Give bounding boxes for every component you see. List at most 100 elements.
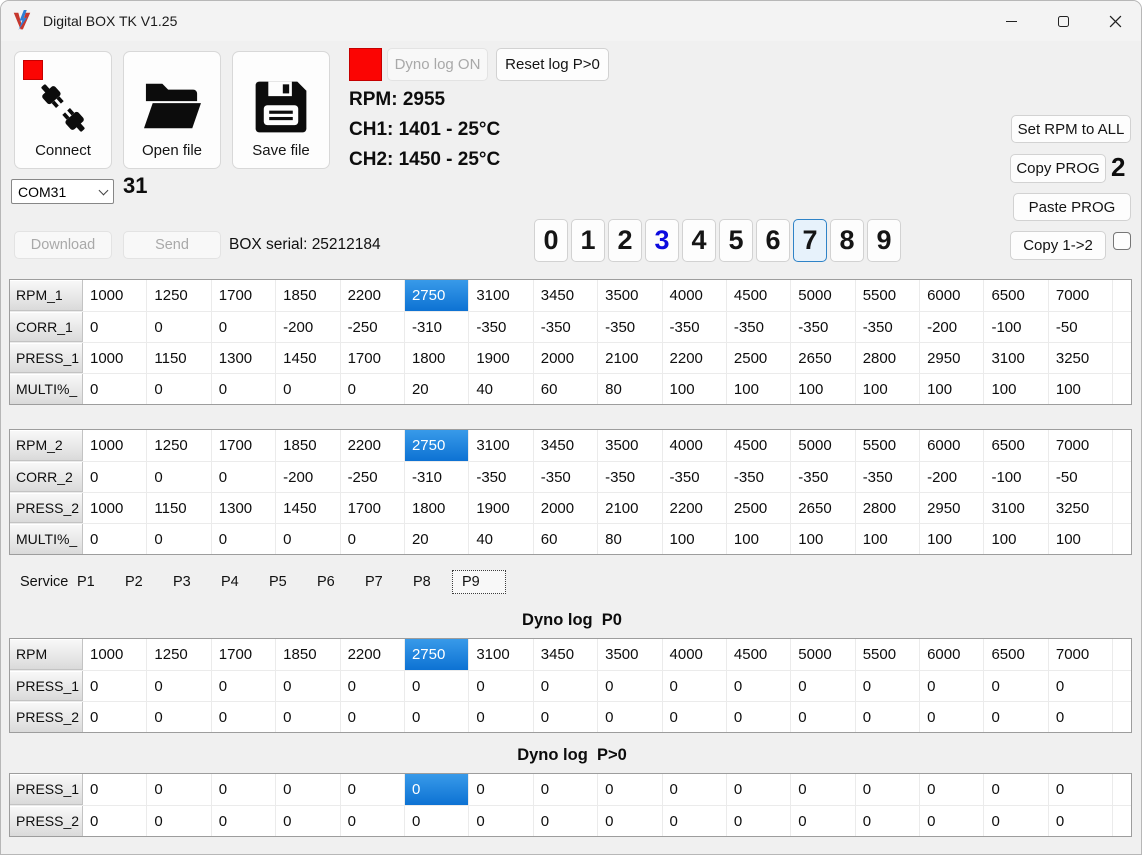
- table-cell[interactable]: 2100: [598, 493, 663, 523]
- table-cell[interactable]: 1850: [276, 430, 341, 461]
- table-cell[interactable]: -200: [276, 312, 341, 342]
- table-cell[interactable]: 2000: [533, 493, 599, 523]
- table-cell[interactable]: 0: [211, 312, 277, 342]
- table-cell[interactable]: 0: [791, 774, 856, 805]
- table-cell[interactable]: 0: [276, 774, 341, 805]
- table-cell[interactable]: 3500: [598, 280, 663, 311]
- table-cell[interactable]: -250: [340, 312, 405, 342]
- table-cell[interactable]: 0: [984, 671, 1049, 701]
- row-header-press_1[interactable]: PRESS_1: [10, 671, 83, 701]
- table-cell[interactable]: 0: [83, 774, 148, 805]
- table-cell[interactable]: 3100: [469, 639, 534, 670]
- table-cell[interactable]: 0: [662, 774, 727, 805]
- dyno-log-on-button[interactable]: Dyno log ON: [387, 48, 488, 81]
- copy-1-to-2-checkbox[interactable]: [1113, 232, 1131, 250]
- table-cell[interactable]: 3100: [469, 280, 534, 311]
- table-cell[interactable]: 100: [984, 374, 1049, 404]
- table-cell[interactable]: 0: [211, 462, 277, 492]
- row-header-rpm_1[interactable]: RPM_1: [10, 280, 83, 311]
- table-cell[interactable]: 0: [147, 806, 212, 836]
- table-cell[interactable]: 2200: [662, 493, 727, 523]
- table-cell[interactable]: 5000: [791, 280, 856, 311]
- table-cell[interactable]: 1250: [147, 280, 212, 311]
- table-cell[interactable]: 100: [726, 524, 792, 554]
- table-cell[interactable]: 5000: [791, 639, 856, 670]
- row-header-multi%_[interactable]: MULTI%_: [10, 374, 83, 404]
- table-cell[interactable]: 1700: [340, 343, 405, 373]
- table-cell[interactable]: 0: [726, 774, 792, 805]
- table-cell[interactable]: 0: [276, 806, 341, 836]
- table-cell[interactable]: 7000: [1048, 639, 1114, 670]
- table-cell[interactable]: 0: [276, 702, 341, 732]
- table-cell[interactable]: 0: [662, 702, 727, 732]
- table-cell[interactable]: 100: [855, 524, 921, 554]
- table-cell[interactable]: -350: [662, 312, 727, 342]
- table-cell[interactable]: 3250: [1048, 343, 1114, 373]
- table-cell[interactable]: 2200: [340, 639, 405, 670]
- table-cell[interactable]: 0: [533, 806, 599, 836]
- table-cell[interactable]: 0: [533, 702, 599, 732]
- table-cell[interactable]: 0: [1048, 806, 1114, 836]
- table-cell[interactable]: 0: [83, 671, 148, 701]
- prog-button-3[interactable]: 3: [645, 219, 679, 262]
- table-cell[interactable]: 0: [211, 671, 277, 701]
- table-cell[interactable]: 2800: [855, 343, 921, 373]
- table-cell[interactable]: 0: [404, 806, 470, 836]
- tab-p3[interactable]: P3: [164, 570, 212, 594]
- prog-button-8[interactable]: 8: [830, 219, 864, 262]
- table-cell[interactable]: 0: [469, 702, 534, 732]
- table-cell[interactable]: 0: [147, 774, 212, 805]
- table-cell[interactable]: 40: [469, 524, 534, 554]
- prog-button-2[interactable]: 2: [608, 219, 642, 262]
- table-cell[interactable]: 0: [147, 312, 212, 342]
- table-cell[interactable]: 100: [791, 524, 856, 554]
- table-cell[interactable]: 2800: [855, 493, 921, 523]
- table-cell[interactable]: 0: [340, 806, 405, 836]
- table-cell[interactable]: 3450: [533, 280, 599, 311]
- table-cell[interactable]: 4000: [662, 639, 727, 670]
- table-cell[interactable]: 100: [1048, 524, 1114, 554]
- table-cell[interactable]: 1850: [276, 280, 341, 311]
- tab-p4[interactable]: P4: [212, 570, 260, 594]
- table-cell[interactable]: 0: [211, 806, 277, 836]
- table-cell[interactable]: 7000: [1048, 430, 1114, 461]
- table-cell[interactable]: 0: [791, 671, 856, 701]
- table-cell[interactable]: 0: [340, 374, 405, 404]
- table-cell[interactable]: 100: [662, 524, 727, 554]
- table-cell[interactable]: 2100: [598, 343, 663, 373]
- prog-button-1[interactable]: 1: [571, 219, 605, 262]
- send-button[interactable]: Send: [123, 231, 221, 259]
- table-cell[interactable]: 2750: [404, 280, 470, 311]
- table-cell[interactable]: 0: [855, 702, 921, 732]
- table-cell[interactable]: -350: [469, 312, 534, 342]
- prog-button-7[interactable]: 7: [793, 219, 827, 262]
- table-cell[interactable]: 3100: [984, 343, 1049, 373]
- table-cell[interactable]: -350: [791, 462, 856, 492]
- table-cell[interactable]: 0: [855, 774, 921, 805]
- table-cell[interactable]: 0: [83, 806, 148, 836]
- table-cell[interactable]: -310: [404, 312, 470, 342]
- table-cell[interactable]: 2950: [920, 493, 985, 523]
- table-cell[interactable]: 0: [984, 806, 1049, 836]
- table-cell[interactable]: 1700: [340, 493, 405, 523]
- table-cell[interactable]: 0: [791, 702, 856, 732]
- table-cell[interactable]: -50: [1048, 312, 1114, 342]
- minimize-button[interactable]: [985, 1, 1037, 41]
- table-cell[interactable]: -350: [855, 462, 921, 492]
- table-cell[interactable]: 0: [984, 702, 1049, 732]
- table-cell[interactable]: 0: [920, 806, 985, 836]
- table-cell[interactable]: 2000: [533, 343, 599, 373]
- table-cell[interactable]: 0: [726, 671, 792, 701]
- table-cell[interactable]: -350: [726, 312, 792, 342]
- table-cell[interactable]: 0: [211, 774, 277, 805]
- table-cell[interactable]: 0: [147, 671, 212, 701]
- table-cell[interactable]: 100: [662, 374, 727, 404]
- maximize-button[interactable]: [1037, 1, 1089, 41]
- table-cell[interactable]: 1450: [276, 343, 341, 373]
- tab-p1[interactable]: P1: [68, 570, 116, 594]
- table-cell[interactable]: 0: [83, 524, 148, 554]
- table-cell[interactable]: 1900: [469, 493, 534, 523]
- table-cell[interactable]: 0: [340, 774, 405, 805]
- prog-button-9[interactable]: 9: [867, 219, 901, 262]
- tab-p9[interactable]: P9: [452, 570, 506, 594]
